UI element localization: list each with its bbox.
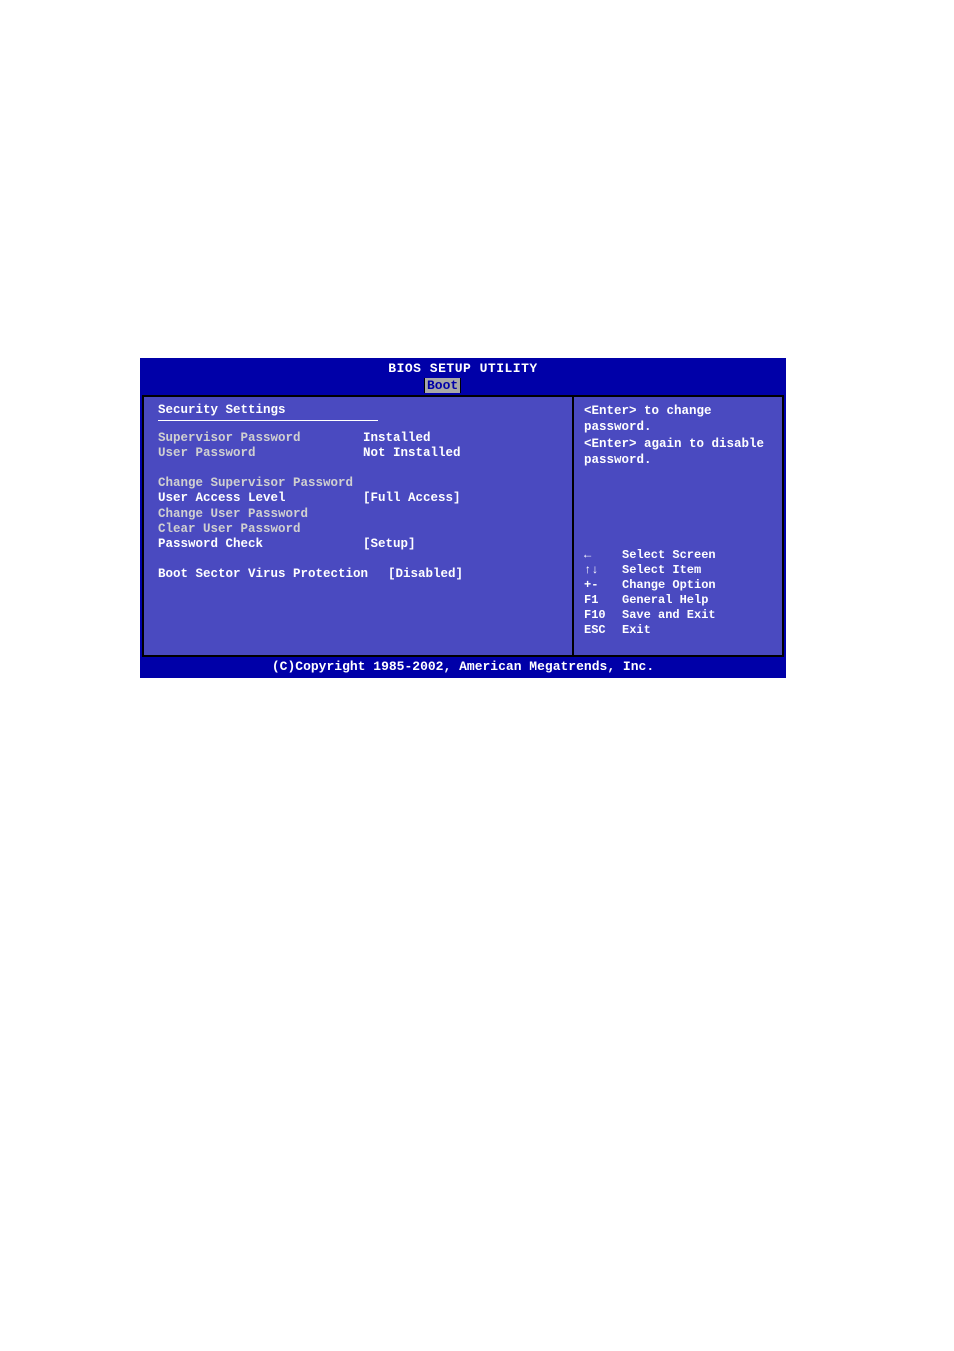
help-text: <Enter> to change password. <Enter> agai…	[584, 403, 772, 468]
nav-key-plusminus: +-	[584, 578, 622, 593]
nav-general-help: F1 General Help	[584, 593, 772, 608]
nav-save-exit: F10 Save and Exit	[584, 608, 772, 623]
section-title: Security Settings	[158, 403, 378, 421]
nav-select-item: Select Item	[584, 563, 772, 578]
label-clear-user: Clear User Password	[158, 522, 363, 536]
row-user-access-level[interactable]: User Access Level [Full Access]	[158, 491, 558, 505]
row-change-supervisor-password[interactable]: Change Supervisor Password	[158, 476, 558, 490]
label-user-password: User Password	[158, 446, 363, 460]
label-change-user: Change User Password	[158, 507, 363, 521]
row-boot-sector-virus[interactable]: Boot Sector Virus Protection [Disabled]	[158, 567, 558, 581]
value-user-access: [Full Access]	[363, 491, 461, 505]
help-panel: <Enter> to change password. <Enter> agai…	[572, 395, 784, 657]
row-user-password: User Password Not Installed	[158, 446, 558, 460]
main-panel: Security Settings Supervisor Password In…	[142, 394, 784, 657]
bios-window: BIOS SETUP UTILITY Boot Security Setting…	[140, 358, 786, 678]
row-password-check[interactable]: Password Check [Setup]	[158, 537, 558, 551]
row-supervisor-password: Supervisor Password Installed	[158, 431, 558, 445]
help-line2: <Enter> again to disable password.	[584, 436, 772, 469]
label-supervisor-password: Supervisor Password	[158, 431, 363, 445]
bios-title: BIOS SETUP UTILITY	[142, 360, 784, 376]
nav-help: Select Screen Select Item +- Change Opti…	[584, 548, 772, 638]
tab-bar: Boot	[142, 376, 784, 394]
row-change-user-password[interactable]: Change User Password	[158, 507, 558, 521]
nav-key-esc: ESC	[584, 623, 622, 638]
label-change-supervisor: Change Supervisor Password	[158, 476, 363, 490]
value-supervisor-password: Installed	[363, 431, 431, 445]
row-clear-user-password[interactable]: Clear User Password	[158, 522, 558, 536]
value-user-password: Not Installed	[363, 446, 461, 460]
value-boot-sector: [Disabled]	[388, 567, 463, 581]
settings-panel: Security Settings Supervisor Password In…	[142, 395, 572, 657]
label-password-check: Password Check	[158, 537, 363, 551]
nav-change-option: +- Change Option	[584, 578, 772, 593]
nav-key-f1: F1	[584, 593, 622, 608]
copyright-footer: (C)Copyright 1985-2002, American Megatre…	[142, 657, 784, 676]
nav-select-screen: Select Screen	[584, 548, 772, 563]
label-user-access: User Access Level	[158, 491, 363, 505]
tab-boot[interactable]: Boot	[424, 378, 461, 393]
help-line1: <Enter> to change password.	[584, 403, 772, 436]
value-password-check: [Setup]	[363, 537, 416, 551]
label-boot-sector: Boot Sector Virus Protection	[158, 567, 388, 581]
nav-key-f10: F10	[584, 608, 622, 623]
arrow-updown-icon	[584, 563, 622, 578]
arrow-left-icon	[584, 548, 622, 563]
nav-exit: ESC Exit	[584, 623, 772, 638]
